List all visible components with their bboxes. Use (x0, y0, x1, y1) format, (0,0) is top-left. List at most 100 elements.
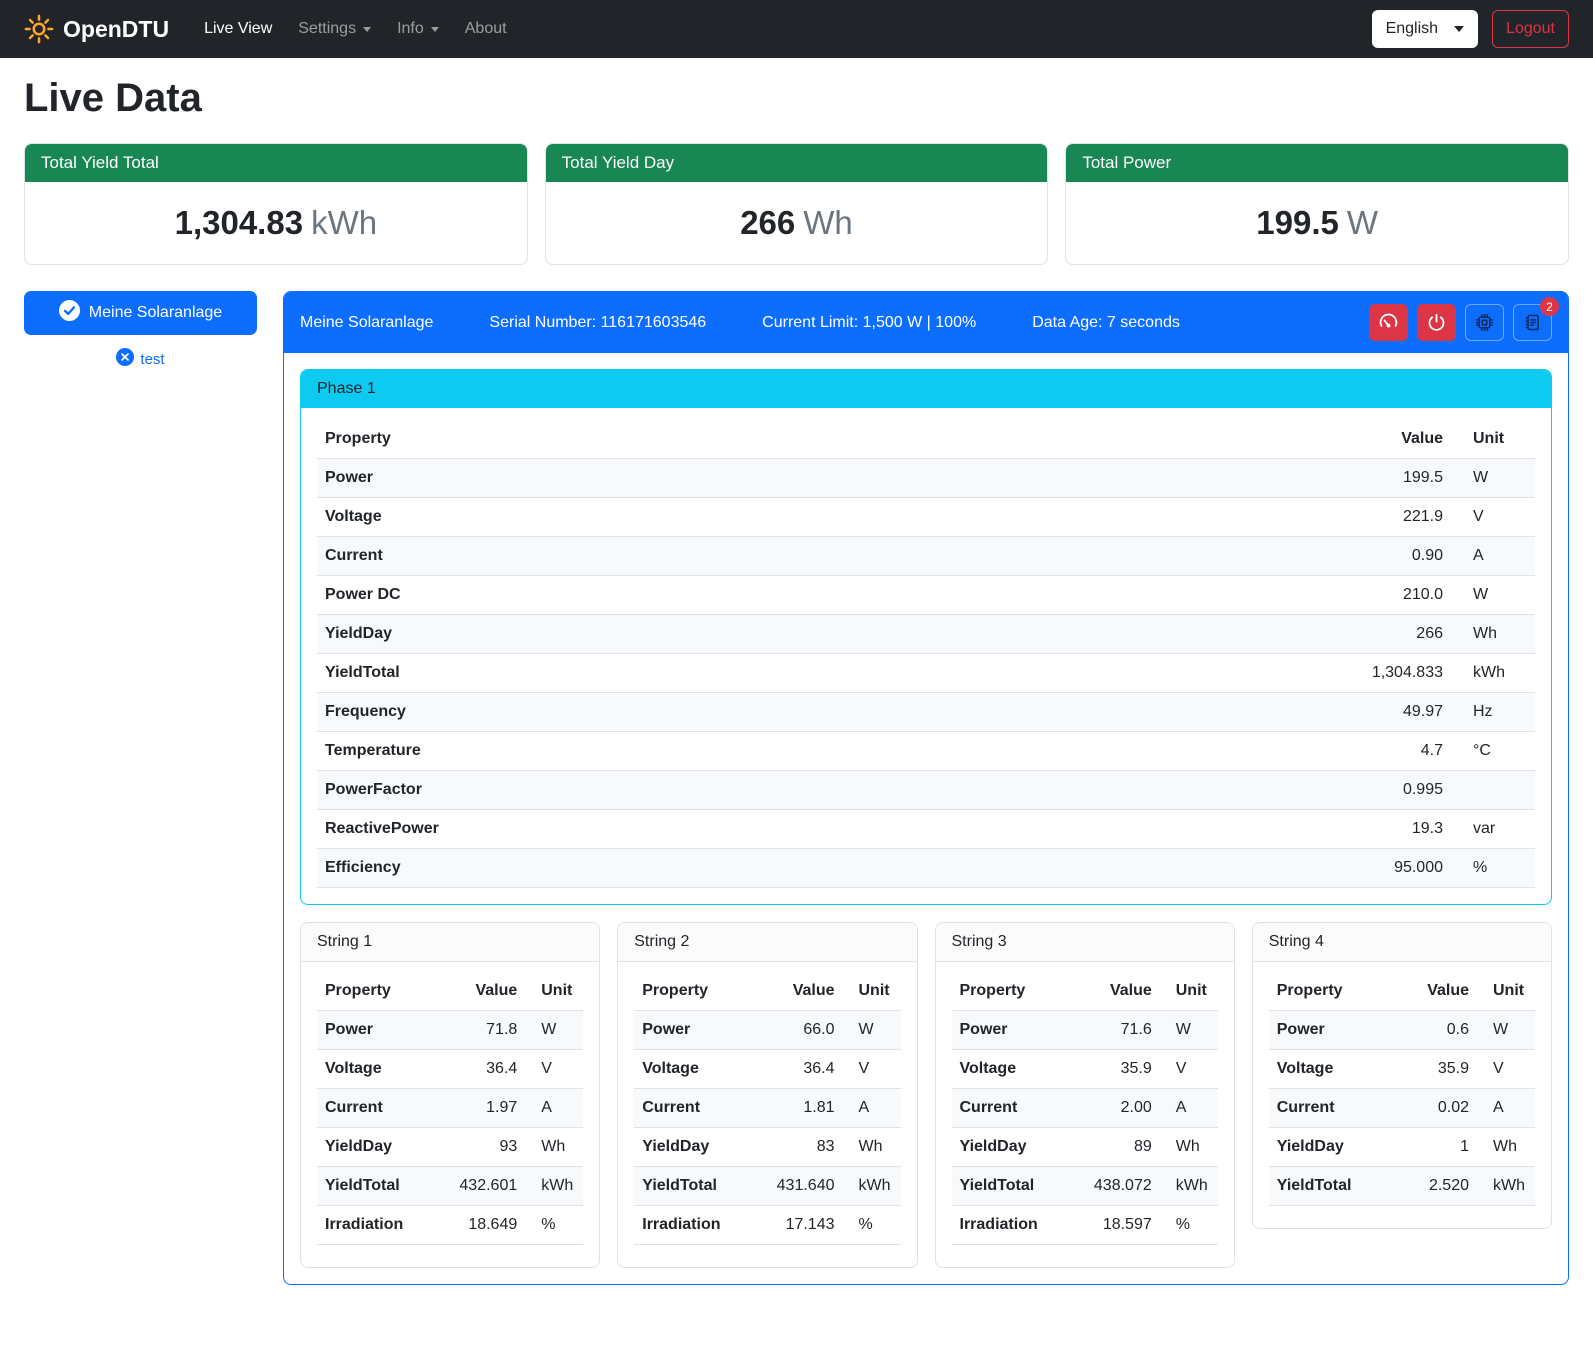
unit-cell: % (1160, 1206, 1218, 1245)
col-property: Property (317, 420, 1301, 459)
col-value: Value (1076, 972, 1160, 1011)
inverter-sidebar: Meine Solaranlage test (24, 291, 257, 371)
property-cell: Voltage (634, 1050, 758, 1089)
table-row: YieldDay 266 Wh (317, 615, 1535, 654)
property-cell: Current (1269, 1089, 1393, 1128)
phase-card-title: Phase 1 (301, 370, 1551, 408)
string-card-1: String 1 Property Value Unit (300, 922, 600, 1268)
summary-card-body: 199.5W (1066, 182, 1568, 264)
col-property: Property (1269, 972, 1393, 1011)
table-row: Current 0.02 A (1269, 1089, 1535, 1128)
unit-cell: kWh (843, 1167, 901, 1206)
string-table-body: Power 0.6 W Voltage 35.9 V (1269, 1011, 1535, 1206)
nav-about[interactable]: About (452, 12, 520, 46)
property-cell: Power (634, 1011, 758, 1050)
col-value: Value (759, 972, 843, 1011)
value-cell: 1.97 (441, 1089, 525, 1128)
table-row: Power 66.0 W (634, 1011, 900, 1050)
check-circle-icon (59, 300, 80, 326)
property-cell: Voltage (1269, 1050, 1393, 1089)
nav-info[interactable]: Info (384, 12, 452, 46)
string-card-body: Property Value Unit Power (618, 962, 916, 1267)
unit-cell: Wh (525, 1128, 583, 1167)
chevron-down-icon (1454, 26, 1464, 32)
property-cell: Irradiation (952, 1206, 1076, 1245)
summary-card-title: Total Yield Day (546, 144, 1048, 182)
table-row: PowerFactor 0.995 (317, 771, 1535, 810)
string-table: Property Value Unit Power (1269, 972, 1535, 1206)
table-row: Irradiation 17.143 % (634, 1206, 900, 1245)
property-cell: YieldDay (634, 1128, 758, 1167)
unit-cell: var (1451, 810, 1535, 849)
journal-icon (1522, 312, 1543, 333)
value-cell: 71.6 (1076, 1011, 1160, 1050)
table-row: Voltage 35.9 V (952, 1050, 1218, 1089)
unit-cell: V (1160, 1050, 1218, 1089)
unit-cell: V (843, 1050, 901, 1089)
table-row: Power 199.5 W (317, 459, 1535, 498)
property-cell: PowerFactor (317, 771, 1301, 810)
power-icon (1426, 312, 1447, 333)
power-button[interactable] (1417, 304, 1456, 341)
unit-cell: kWh (525, 1167, 583, 1206)
col-unit: Unit (525, 972, 583, 1011)
value-cell: 432.601 (441, 1167, 525, 1206)
inverter-limit: Current Limit: 1,500 W | 100% (762, 314, 976, 332)
col-value: Value (441, 972, 525, 1011)
nav-settings[interactable]: Settings (285, 12, 384, 46)
page-content: Live Data Total Yield Total 1,304.83kWh … (0, 76, 1593, 1313)
value-cell: 36.4 (441, 1050, 525, 1089)
value-cell: 49.97 (1301, 693, 1451, 732)
unit-cell: V (1477, 1050, 1535, 1089)
brand[interactable]: OpenDTU (24, 14, 169, 44)
property-cell: Irradiation (634, 1206, 758, 1245)
test-link[interactable]: test (116, 348, 164, 370)
table-row: Current 1.81 A (634, 1089, 900, 1128)
value-cell: 438.072 (1076, 1167, 1160, 1206)
value-cell: 199.5 (1301, 459, 1451, 498)
value-cell: 18.649 (441, 1206, 525, 1245)
device-info-button[interactable] (1465, 304, 1504, 341)
property-cell: Current (317, 1089, 441, 1128)
inverter-panel-body: Phase 1 Property Value Unit (284, 353, 1568, 1284)
event-log-button[interactable]: 2 (1513, 304, 1552, 341)
table-header-row: Property Value Unit (1269, 972, 1535, 1011)
table-row: Irradiation 18.597 % (952, 1206, 1218, 1245)
string-card-title: String 1 (301, 923, 599, 962)
table-header-row: Property Value Unit (634, 972, 900, 1011)
inverter-select-button[interactable]: Meine Solaranlage (24, 291, 257, 335)
limit-settings-button[interactable] (1369, 304, 1408, 341)
strings-grid: String 1 Property Value Unit (300, 922, 1552, 1268)
language-select[interactable]: English (1372, 10, 1478, 48)
table-row: Current 2.00 A (952, 1089, 1218, 1128)
unit-cell: V (525, 1050, 583, 1089)
string-card-title: String 3 (936, 923, 1234, 962)
brand-label: OpenDTU (63, 16, 169, 43)
col-value: Value (1301, 420, 1451, 459)
phase-table: Property Value Unit Power (317, 420, 1535, 888)
summary-card-unit: kWh (311, 204, 377, 241)
summary-card-body: 1,304.83kWh (25, 182, 527, 264)
table-row: YieldTotal 431.640 kWh (634, 1167, 900, 1206)
table-header-row: Property Value Unit (952, 972, 1218, 1011)
string-card-2: String 2 Property Value Unit (617, 922, 917, 1268)
main-nav: Live View Settings Info About (191, 12, 520, 46)
property-cell: YieldTotal (317, 654, 1301, 693)
table-row: YieldTotal 438.072 kWh (952, 1167, 1218, 1206)
value-cell: 36.4 (759, 1050, 843, 1089)
logout-button[interactable]: Logout (1492, 10, 1569, 48)
summary-card-value: 199.5 (1256, 204, 1339, 241)
unit-cell: A (525, 1089, 583, 1128)
summary-card-title: Total Power (1066, 144, 1568, 182)
string-table: Property Value Unit Power (634, 972, 900, 1245)
property-cell: Irradiation (317, 1206, 441, 1245)
unit-cell: kWh (1451, 654, 1535, 693)
nav-live-view[interactable]: Live View (191, 12, 285, 46)
value-cell: 2.520 (1393, 1167, 1477, 1206)
table-row: Temperature 4.7 °C (317, 732, 1535, 771)
value-cell: 18.597 (1076, 1206, 1160, 1245)
property-cell: Power (317, 1011, 441, 1050)
table-row: Efficiency 95.000 % (317, 849, 1535, 888)
unit-cell: W (1451, 576, 1535, 615)
table-row: YieldDay 89 Wh (952, 1128, 1218, 1167)
